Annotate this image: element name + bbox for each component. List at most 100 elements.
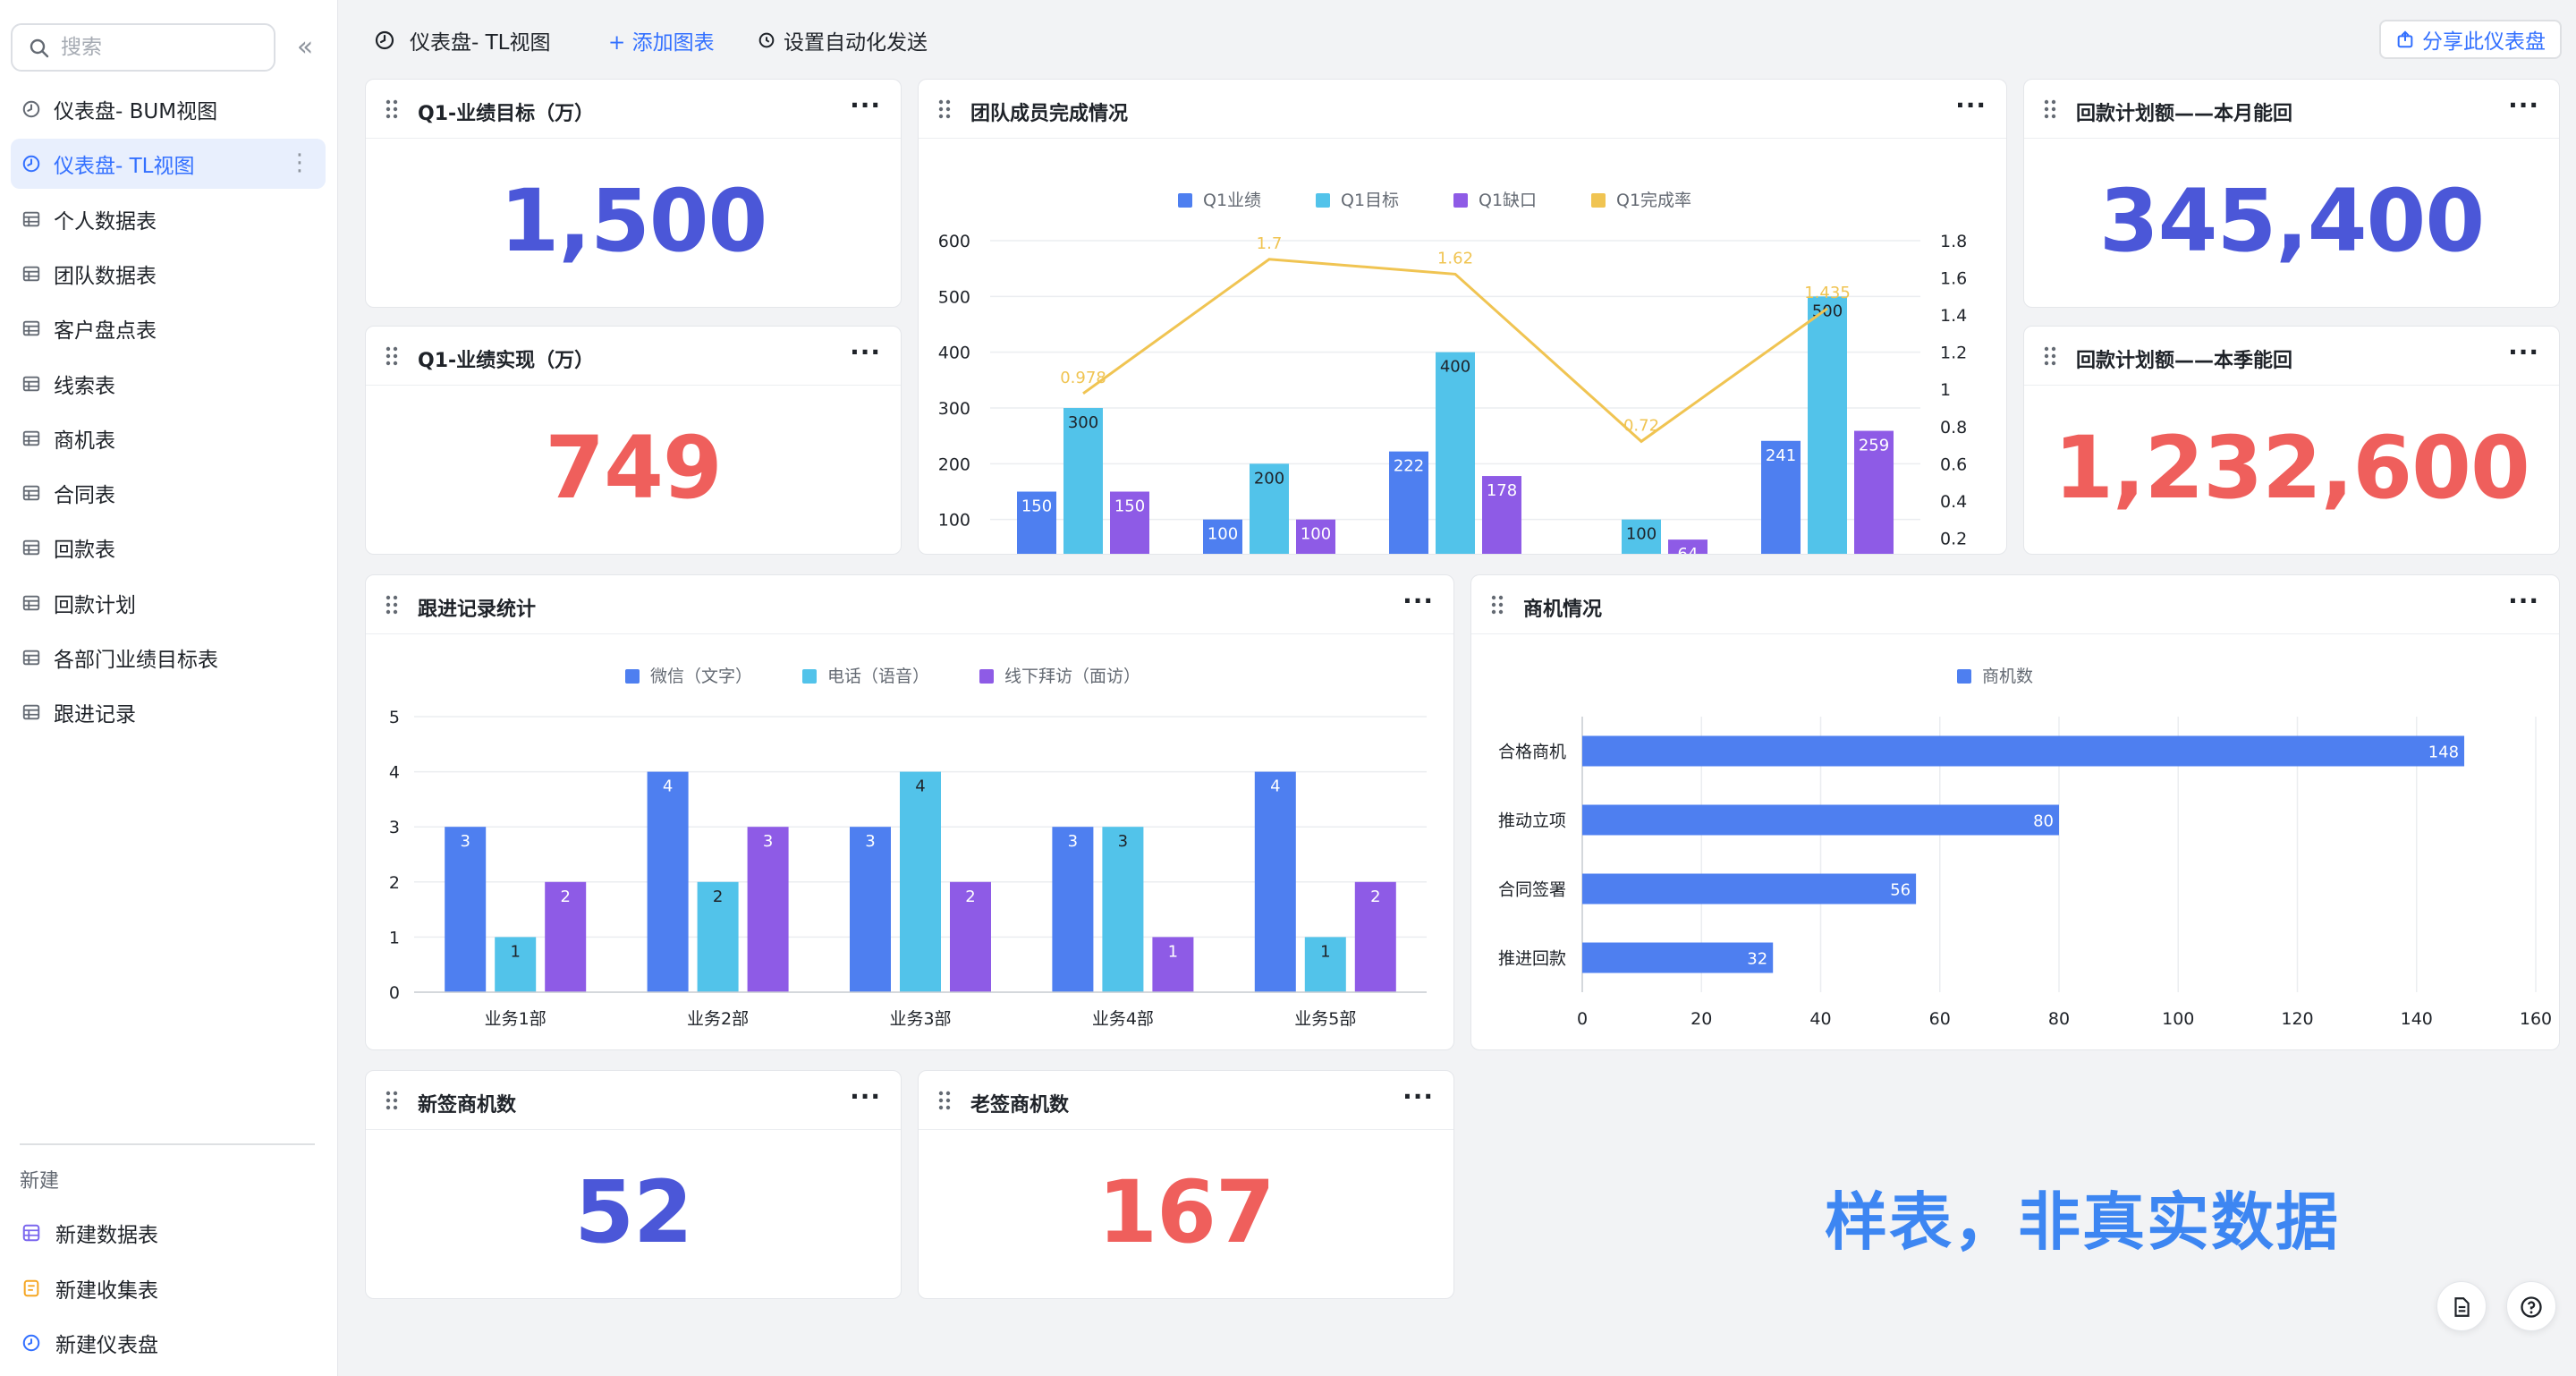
drag-handle-icon[interactable] xyxy=(1491,595,1504,615)
sidebar-item[interactable]: 合同表 xyxy=(11,468,326,518)
table-icon xyxy=(22,650,40,666)
search-box[interactable] xyxy=(11,23,275,72)
bar-value-label: 2 xyxy=(560,888,570,906)
drag-handle-icon[interactable] xyxy=(386,99,398,119)
sidebar-item[interactable]: 仪表盘- BUM视图 xyxy=(11,84,326,134)
help-icon[interactable] xyxy=(2506,1281,2556,1331)
sidebar-item[interactable]: 仪表盘- TL视图 ⋮ xyxy=(11,139,326,190)
metric-value: 52 xyxy=(574,1162,693,1262)
add-chart-button[interactable]: + 添加图表 xyxy=(608,25,715,55)
bar-value-label: 3 xyxy=(763,832,773,851)
sidebar-item-label: 跟进记录 xyxy=(54,703,136,727)
new-form-button[interactable]: 新建收集表 xyxy=(11,1263,326,1313)
y-tick-label: 推动立项 xyxy=(1498,811,1566,831)
legend-swatch xyxy=(1453,193,1468,208)
drag-handle-icon[interactable] xyxy=(2044,99,2056,119)
x-tick-label: 140 xyxy=(2401,1009,2433,1029)
y-tick-label: 600 xyxy=(938,232,970,251)
more-icon[interactable]: ··· xyxy=(1402,586,1434,616)
sidebar-item[interactable]: 个人数据表 xyxy=(11,194,326,244)
sidebar-item-label: 仪表盘- BUM视图 xyxy=(54,100,218,123)
bar-value-label: 400 xyxy=(1440,358,1470,377)
sidebar-item-label: 客户盘点表 xyxy=(54,319,157,344)
bar xyxy=(850,827,891,992)
sidebar-item[interactable]: 客户盘点表 xyxy=(11,303,326,353)
more-icon[interactable]: ··· xyxy=(1402,1082,1434,1111)
more-vertical-icon[interactable]: ⋮ xyxy=(288,149,311,176)
legend-swatch xyxy=(1316,193,1330,208)
bar-value-label: 80 xyxy=(2033,812,2054,831)
more-icon[interactable]: ··· xyxy=(1955,90,1987,120)
sidebar-item[interactable]: 各部门业绩目标表 xyxy=(11,633,326,683)
sidebar-item[interactable]: 商机表 xyxy=(11,413,326,463)
bar-value-label: 4 xyxy=(1270,777,1280,796)
x-tick-label: 120 xyxy=(2281,1009,2313,1029)
y-tick-label: 100 xyxy=(938,511,970,531)
sidebar-item[interactable]: 回款计划 xyxy=(11,578,326,628)
card-title: 回款计划额——本月能回 xyxy=(2076,103,2293,125)
drag-handle-icon[interactable] xyxy=(938,99,951,119)
document-icon[interactable] xyxy=(2436,1281,2487,1331)
more-icon[interactable]: ··· xyxy=(2508,90,2539,120)
line-value-label: 1.62 xyxy=(1437,249,1473,268)
opportunity-chart: 商机数 0 20 40 60 80 100 120 140 160 148 合格商机 80 推动立项 56 合… xyxy=(1498,667,2552,1029)
followup-stats-card: 跟进记录统计 ··· 微信（文字） 电话（语音） 线下拜访（面访） 0 1 2 3 4 5 3 1 2… xyxy=(365,574,1454,1050)
bar-value-label: 3 xyxy=(1118,832,1128,851)
legend-label: Q1完成率 xyxy=(1616,191,1691,210)
sidebar-item[interactable]: 回款表 xyxy=(11,522,326,573)
table-icon xyxy=(22,705,40,720)
y2-tick-label: 1.2 xyxy=(1940,344,1967,363)
y-tick-label: 3 xyxy=(389,818,400,837)
x-tick-label: 100 xyxy=(2162,1009,2194,1029)
bar-value-label: 100 xyxy=(1626,525,1657,544)
drag-handle-icon[interactable] xyxy=(938,1091,951,1110)
sidebar-item[interactable]: 线索表 xyxy=(11,359,326,409)
more-icon[interactable]: ··· xyxy=(850,90,881,120)
bar-value-label: 2 xyxy=(1370,888,1380,906)
bar-value-label: 56 xyxy=(1890,881,1911,900)
card-title: 团队成员完成情况 xyxy=(970,103,1129,125)
bar-value-label: 64 xyxy=(1678,545,1699,555)
table-icon xyxy=(22,266,40,282)
new-item-label: 新建仪表盘 xyxy=(55,1334,158,1357)
sidebar-item-label: 团队数据表 xyxy=(54,264,157,288)
more-icon[interactable]: ··· xyxy=(2508,337,2539,367)
dashboard-title: 仪表盘- TL视图 xyxy=(374,25,550,55)
line-value-label: 1.7 xyxy=(1257,234,1283,253)
more-icon[interactable]: ··· xyxy=(850,1082,881,1111)
more-icon[interactable]: ··· xyxy=(850,337,881,367)
team-completion-card: 团队成员完成情况 ··· Q1业绩Q1目标Q1缺口Q1完成率0100200300… xyxy=(918,79,2007,555)
sidebar-item[interactable]: 跟进记录 xyxy=(11,687,326,737)
share-dashboard-button[interactable]: 分享此仪表盘 xyxy=(2379,20,2562,59)
bar xyxy=(1582,873,1917,905)
auto-send-button[interactable]: 设置自动化发送 xyxy=(757,25,928,55)
search-input[interactable] xyxy=(61,25,267,70)
plan-month-card: 回款计划额——本月能回 ··· 345,400 xyxy=(2023,79,2560,308)
card-title: 老签商机数 xyxy=(970,1094,1070,1117)
legend-swatch xyxy=(1178,193,1192,208)
drag-handle-icon[interactable] xyxy=(386,1091,398,1110)
bar-value-label: 100 xyxy=(1208,525,1238,544)
drag-handle-icon[interactable] xyxy=(386,595,398,615)
table-icon xyxy=(22,485,40,501)
x-tick-label: 0 xyxy=(1577,1009,1588,1029)
y-tick-label: 4 xyxy=(389,763,400,783)
new-dashboard-button[interactable]: 新建仪表盘 xyxy=(11,1318,326,1368)
legend-label: 微信（文字） xyxy=(650,667,752,686)
bar xyxy=(1052,827,1094,992)
bar-value-label: 1 xyxy=(510,942,520,961)
bar xyxy=(1582,735,2465,767)
y2-tick-label: 0.6 xyxy=(1940,454,1967,474)
collapse-sidebar-icon[interactable]: « xyxy=(290,32,320,63)
new-section-label: 新建 xyxy=(20,1170,60,1193)
y-tick-label: 推进回款 xyxy=(1498,949,1566,969)
x-tick-label: 80 xyxy=(2048,1009,2070,1029)
sidebar-item[interactable]: 团队数据表 xyxy=(11,249,326,299)
table-icon xyxy=(22,595,40,610)
new-table-button[interactable]: 新建数据表 xyxy=(11,1208,326,1258)
drag-handle-icon[interactable] xyxy=(386,346,398,366)
drag-handle-icon[interactable] xyxy=(2044,346,2056,366)
line-value-label: 1.435 xyxy=(1804,284,1851,302)
dashboard-icon xyxy=(375,30,394,50)
more-icon[interactable]: ··· xyxy=(2508,586,2539,616)
